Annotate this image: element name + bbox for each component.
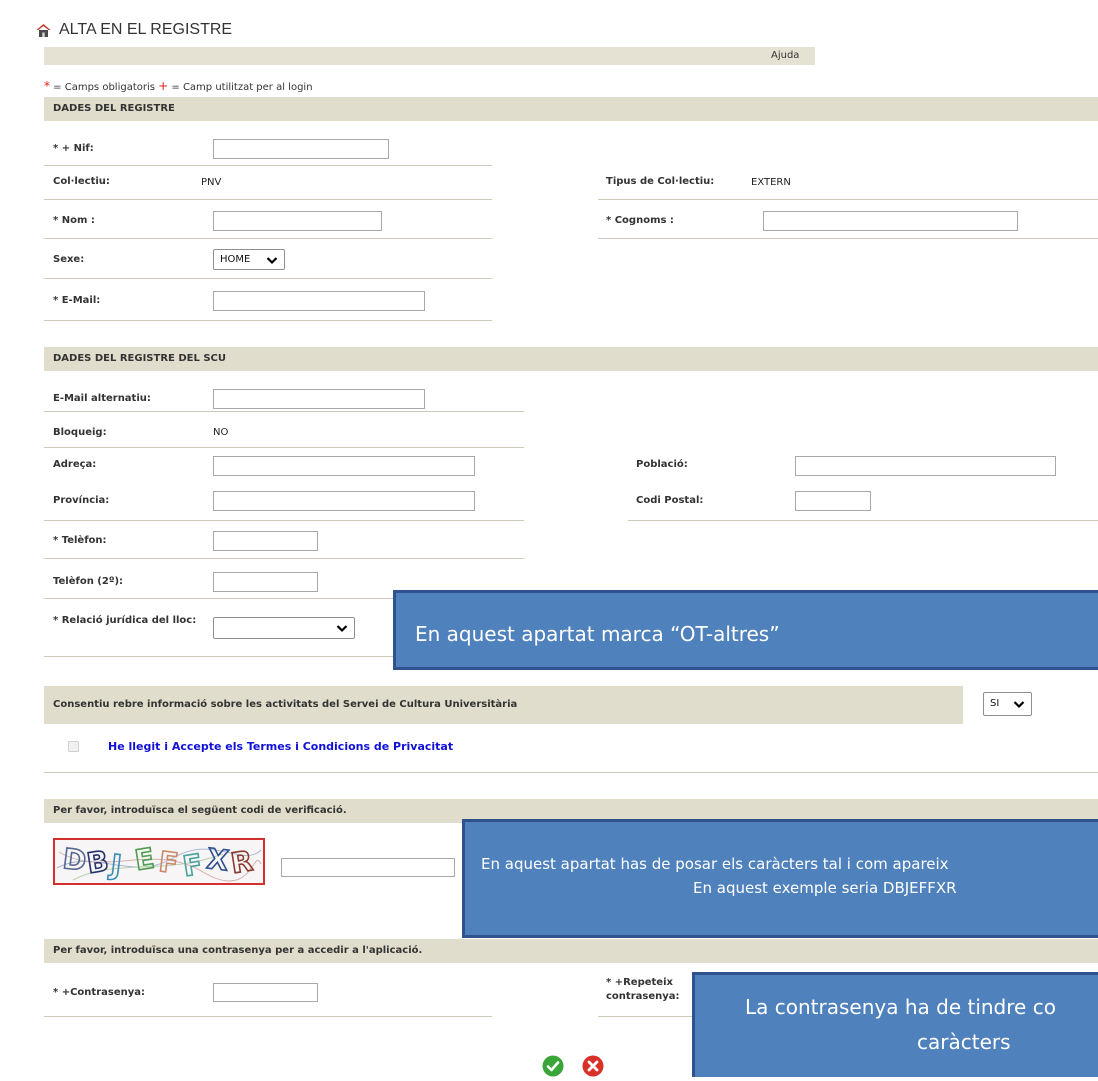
provincia-label: Província:	[53, 495, 110, 506]
row-separator	[44, 278, 492, 279]
callout-password: La contrasenya ha de tindre co caràcters	[692, 972, 1098, 1077]
privacy-terms-link[interactable]: He llegit i Accepte els Termes i Condici…	[108, 740, 453, 754]
captcha-letter: X	[205, 842, 231, 877]
required-legend-text: = Camps obligatoris	[50, 82, 159, 93]
login-legend-text: = Camp utilitzat per al login	[168, 82, 313, 93]
repeat-password-label: * +Repeteix contrasenya:	[606, 977, 680, 1002]
row-separator	[44, 447, 524, 448]
row-separator	[598, 199, 1098, 200]
title-bar	[44, 47, 815, 65]
collectiu-value: PNV	[201, 177, 222, 188]
chevron-down-icon	[336, 625, 348, 633]
section-title-verification: Per favor, introduïsca el següent codi d…	[53, 805, 347, 816]
callout-text: caràcters	[917, 1030, 1011, 1054]
row-separator	[598, 1016, 692, 1017]
password-input[interactable]	[213, 983, 318, 1002]
row-separator	[44, 238, 492, 239]
consent-select[interactable]: SI	[983, 692, 1032, 716]
callout-text: En aquest apartat marca “OT-altres”	[415, 622, 780, 646]
section-title-scu: DADES DEL REGISTRE DEL SCU	[53, 353, 226, 364]
adreca-label: Adreça:	[53, 459, 97, 470]
page-title: ALTA EN EL REGISTRE	[59, 21, 233, 38]
relacio-select[interactable]	[213, 617, 355, 639]
sexe-select-value: HOME	[220, 254, 251, 265]
bloqueig-label: Bloqueig:	[53, 427, 107, 438]
email-input[interactable]	[213, 291, 425, 311]
check-circle-icon	[542, 1055, 564, 1077]
relacio-label: * Relació jurídica del lloc:	[53, 615, 197, 626]
required-legend: * = Camps obligatoris + = Camp utilitzat…	[44, 79, 313, 95]
provincia-input[interactable]	[213, 491, 475, 511]
chevron-down-icon	[1013, 701, 1025, 709]
poblacio-input[interactable]	[795, 456, 1056, 476]
row-separator	[44, 165, 492, 166]
telefon2-label: Telèfon (2º):	[53, 576, 124, 587]
consent-label: Consentiu rebre informació sobre les act…	[53, 699, 518, 710]
cancel-button[interactable]	[582, 1055, 604, 1077]
sexe-select[interactable]: HOME	[213, 249, 285, 270]
row-separator	[598, 238, 1098, 239]
telefon-label: * Telèfon:	[53, 535, 107, 546]
telefon-input[interactable]	[213, 531, 318, 551]
captcha-input[interactable]	[281, 858, 455, 877]
captcha-image: DBJ E F F XR	[53, 838, 265, 885]
row-separator	[44, 656, 394, 657]
codi-postal-input[interactable]	[795, 491, 871, 511]
tipus-collectiu-label: Tipus de Col·lectiu:	[606, 176, 715, 187]
row-separator	[44, 772, 1098, 773]
row-separator	[44, 320, 492, 321]
callout-relacio: En aquest apartat marca “OT-altres”	[393, 590, 1098, 670]
home-icon[interactable]	[36, 23, 51, 38]
callout-text: La contrasenya ha de tindre co	[745, 995, 1056, 1019]
section-header-registre	[44, 97, 1098, 121]
close-circle-icon	[582, 1055, 604, 1077]
bloqueig-value: NO	[213, 427, 229, 438]
poblacio-label: Població:	[636, 459, 688, 470]
chevron-down-icon	[266, 257, 278, 265]
codi-postal-label: Codi Postal:	[636, 495, 704, 506]
cognoms-input[interactable]	[763, 211, 1018, 231]
nom-input[interactable]	[213, 211, 382, 231]
tipus-collectiu-value: EXTERN	[751, 177, 791, 188]
privacy-checkbox[interactable]	[68, 741, 79, 752]
email-alt-input[interactable]	[213, 389, 425, 409]
captcha-letter: F	[157, 845, 180, 880]
email-label: * E-Mail:	[53, 295, 101, 306]
nom-label: * Nom :	[53, 215, 95, 226]
email-alt-label: E-Mail alternatiu:	[53, 393, 151, 404]
confirm-button[interactable]	[542, 1055, 564, 1077]
section-title-registre: DADES DEL REGISTRE	[53, 103, 175, 114]
consent-select-value: SI	[990, 698, 1000, 709]
callout-text: En aquest apartat has de posar els caràc…	[481, 855, 949, 873]
row-separator	[44, 520, 524, 521]
help-link[interactable]: Ajuda	[771, 49, 799, 63]
login-mark: +	[158, 79, 169, 93]
callout-captcha: En aquest apartat has de posar els caràc…	[462, 819, 1098, 938]
nif-input[interactable]	[213, 139, 389, 159]
callout-text: En aquest exemple seria DBJEFFXR	[693, 879, 957, 897]
cognoms-label: * Cognoms :	[606, 215, 674, 226]
row-separator	[44, 199, 492, 200]
telefon2-input[interactable]	[213, 572, 318, 592]
row-separator	[44, 1016, 492, 1017]
row-separator	[628, 520, 1098, 521]
section-title-password: Per favor, introduïsca una contrasenya p…	[53, 945, 423, 956]
row-separator	[44, 411, 524, 412]
collectiu-label: Col·lectiu:	[53, 176, 110, 187]
adreca-input[interactable]	[213, 456, 475, 476]
sexe-label: Sexe:	[53, 254, 85, 265]
password-label: * +Contrasenya:	[53, 987, 145, 998]
nif-label: * + Nif:	[53, 143, 94, 154]
row-separator	[44, 558, 524, 559]
